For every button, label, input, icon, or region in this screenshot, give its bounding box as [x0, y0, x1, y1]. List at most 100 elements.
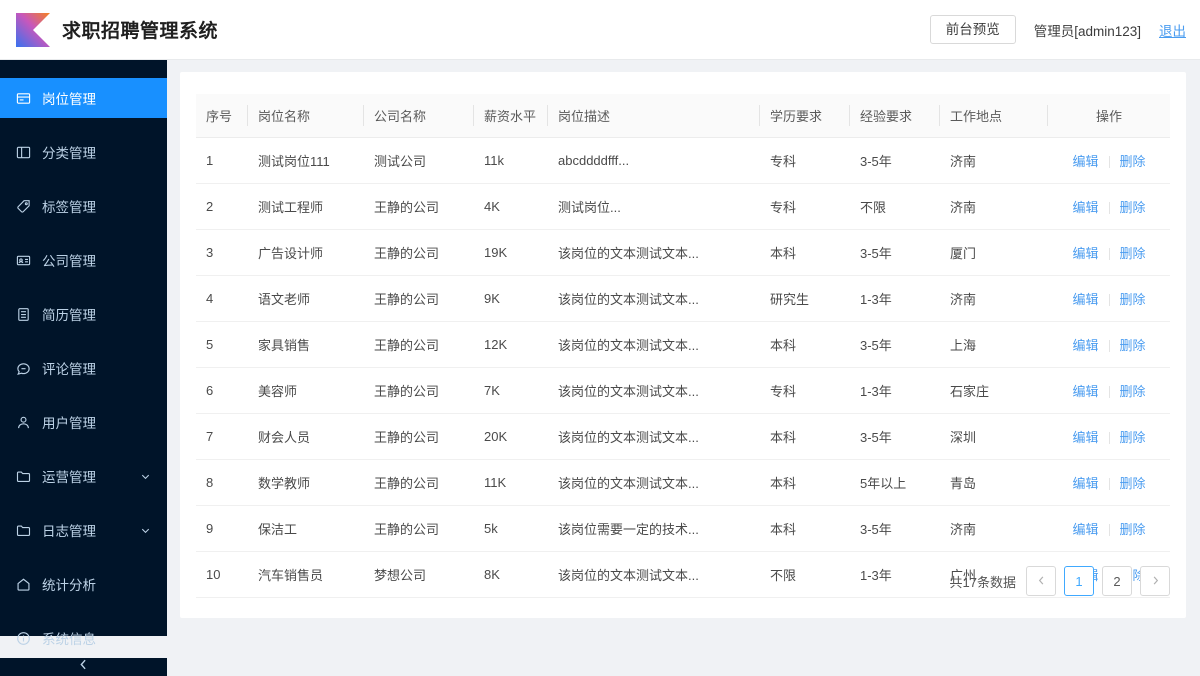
- cell-job-name: 保洁工: [248, 505, 364, 552]
- menu-spacer: [0, 280, 167, 294]
- cell-education: 本科: [760, 321, 850, 368]
- edit-link[interactable]: 编辑: [1072, 338, 1098, 353]
- delete-link[interactable]: 删除: [1120, 476, 1146, 491]
- column-header-operation: 操作: [1048, 94, 1170, 138]
- sidebar-item-label: 标签管理: [42, 200, 96, 215]
- chevron-down-icon: [140, 525, 151, 536]
- logout-link[interactable]: 退出: [1159, 20, 1186, 40]
- folder-icon: [16, 523, 31, 538]
- table-row: 8 数学教师 王静的公司 11K 该岗位的文本测试文本... 本科 5年以上 青岛 编辑 删除: [196, 459, 1170, 506]
- sidebar-item-job-management[interactable]: 岗位管理: [0, 78, 167, 118]
- pagination-page-2[interactable]: 2: [1102, 566, 1132, 596]
- cell-salary: 11k: [474, 137, 548, 184]
- folder-icon: [16, 469, 31, 484]
- menu-spacer: [0, 226, 167, 240]
- cell-operation: 编辑 删除: [1048, 321, 1170, 368]
- cell-company: 梦想公司: [364, 551, 474, 598]
- cell-experience: 3-5年: [850, 321, 940, 368]
- page-title: 求职招聘管理系统: [62, 21, 219, 42]
- cell-index: 5: [196, 321, 248, 368]
- table-row: 5 家具销售 王静的公司 12K 该岗位的文本测试文本... 本科 3-5年 上海 编辑 删除: [196, 321, 1170, 368]
- delete-link[interactable]: 删除: [1120, 154, 1146, 169]
- sidebar-item-category-management[interactable]: 分类管理: [0, 132, 167, 172]
- edit-link[interactable]: 编辑: [1072, 246, 1098, 261]
- document-lines-icon: [16, 307, 31, 322]
- cell-index: 7: [196, 413, 248, 460]
- cell-operation: 编辑 删除: [1048, 413, 1170, 460]
- cell-job-name: 汽车销售员: [248, 551, 364, 598]
- edit-link[interactable]: 编辑: [1072, 522, 1098, 537]
- window-panel-icon: [16, 91, 31, 106]
- cell-experience: 3-5年: [850, 505, 940, 552]
- sidebar-item-system-info[interactable]: 系统信息: [0, 618, 167, 658]
- cell-experience: 1-3年: [850, 275, 940, 322]
- delete-link[interactable]: 删除: [1120, 338, 1146, 353]
- cell-salary: 19K: [474, 229, 548, 276]
- edit-link[interactable]: 编辑: [1072, 384, 1098, 399]
- edit-link[interactable]: 编辑: [1072, 430, 1098, 445]
- kotlin-k-logo-icon: [16, 12, 50, 47]
- delete-link[interactable]: 删除: [1120, 384, 1146, 399]
- pagination-prev-button[interactable]: [1026, 566, 1056, 596]
- sidebar-item-label: 分类管理: [42, 146, 96, 161]
- sidebar-item-operation-management[interactable]: 运营管理: [0, 456, 167, 496]
- delete-link[interactable]: 删除: [1120, 246, 1146, 261]
- edit-link[interactable]: 编辑: [1072, 154, 1098, 169]
- cell-company: 测试公司: [364, 137, 474, 184]
- cell-salary: 12K: [474, 321, 548, 368]
- edit-link[interactable]: 编辑: [1072, 292, 1098, 307]
- table-row: 2 测试工程师 王静的公司 4K 测试岗位... 专科 不限 济南 编辑 删除: [196, 183, 1170, 230]
- delete-link[interactable]: 删除: [1120, 430, 1146, 445]
- table-row: 1 测试岗位111 测试公司 11k abcddddfff... 专科 3-5年 济南 编辑 删除: [196, 137, 1170, 184]
- pagination-next-button[interactable]: [1140, 566, 1170, 596]
- sidebar-item-label: 用户管理: [42, 416, 96, 431]
- table-row: 9 保洁工 王静的公司 5k 该岗位需要一定的技术... 本科 3-5年 济南 编辑 删除: [196, 505, 1170, 552]
- cell-operation: 编辑 删除: [1048, 229, 1170, 276]
- layout-columns-icon: [16, 145, 31, 160]
- delete-link[interactable]: 删除: [1120, 292, 1146, 307]
- cell-description: 该岗位的文本测试文本...: [548, 459, 760, 506]
- sidebar-item-statistics-analysis[interactable]: 统计分析: [0, 564, 167, 604]
- cell-index: 9: [196, 505, 248, 552]
- cell-description: abcddddfff...: [548, 137, 760, 184]
- sidebar: 岗位管理 分类管理 标签管理 公司管理 简历管理 评论管理 用户管理 运营管理 …: [0, 60, 167, 676]
- sidebar-item-resume-management[interactable]: 简历管理: [0, 294, 167, 334]
- action-divider: [1108, 294, 1110, 306]
- cell-job-name: 测试岗位111: [248, 137, 364, 184]
- cell-company: 王静的公司: [364, 413, 474, 460]
- cell-description: 该岗位的文本测试文本...: [548, 551, 760, 598]
- header-actions: 前台预览 管理员[admin123] 退出: [929, 14, 1200, 45]
- sidebar-item-tag-management[interactable]: 标签管理: [0, 186, 167, 226]
- table-row: 4 语文老师 王静的公司 9K 该岗位的文本测试文本... 研究生 1-3年 济南 编辑 删除: [196, 275, 1170, 322]
- cell-company: 王静的公司: [364, 183, 474, 230]
- menu-spacer: [0, 442, 167, 456]
- cell-job-name: 广告设计师: [248, 229, 364, 276]
- sidebar-collapse-button[interactable]: [0, 658, 167, 676]
- cell-salary: 8K: [474, 551, 548, 598]
- cell-job-name: 语文老师: [248, 275, 364, 322]
- action-divider: [1108, 202, 1110, 214]
- cell-location: 上海: [940, 321, 1048, 368]
- cell-index: 8: [196, 459, 248, 506]
- edit-link[interactable]: 编辑: [1072, 200, 1098, 215]
- menu-spacer: [0, 118, 167, 132]
- cell-salary: 4K: [474, 183, 548, 230]
- column-header-location: 工作地点: [940, 94, 1048, 138]
- sidebar-item-user-management[interactable]: 用户管理: [0, 402, 167, 442]
- cell-company: 王静的公司: [364, 275, 474, 322]
- sidebar-item-comment-management[interactable]: 评论管理: [0, 348, 167, 388]
- sidebar-item-label: 系统信息: [42, 632, 96, 647]
- chevron-left-icon: [1036, 574, 1047, 589]
- delete-link[interactable]: 删除: [1120, 522, 1146, 537]
- menu-spacer: [0, 496, 167, 510]
- sidebar-item-log-management[interactable]: 日志管理: [0, 510, 167, 550]
- pagination-page-1[interactable]: 1: [1064, 566, 1094, 596]
- cell-location: 济南: [940, 275, 1048, 322]
- job-table: 序号 岗位名称 公司名称 薪资水平 岗位描述 学历要求 经验要求 工作地点 操作…: [196, 94, 1170, 598]
- front-preview-button[interactable]: 前台预览: [929, 14, 1016, 45]
- sidebar-item-company-management[interactable]: 公司管理: [0, 240, 167, 280]
- cell-job-name: 家具销售: [248, 321, 364, 368]
- delete-link[interactable]: 删除: [1120, 200, 1146, 215]
- edit-link[interactable]: 编辑: [1072, 476, 1098, 491]
- cell-description: 测试岗位...: [548, 183, 760, 230]
